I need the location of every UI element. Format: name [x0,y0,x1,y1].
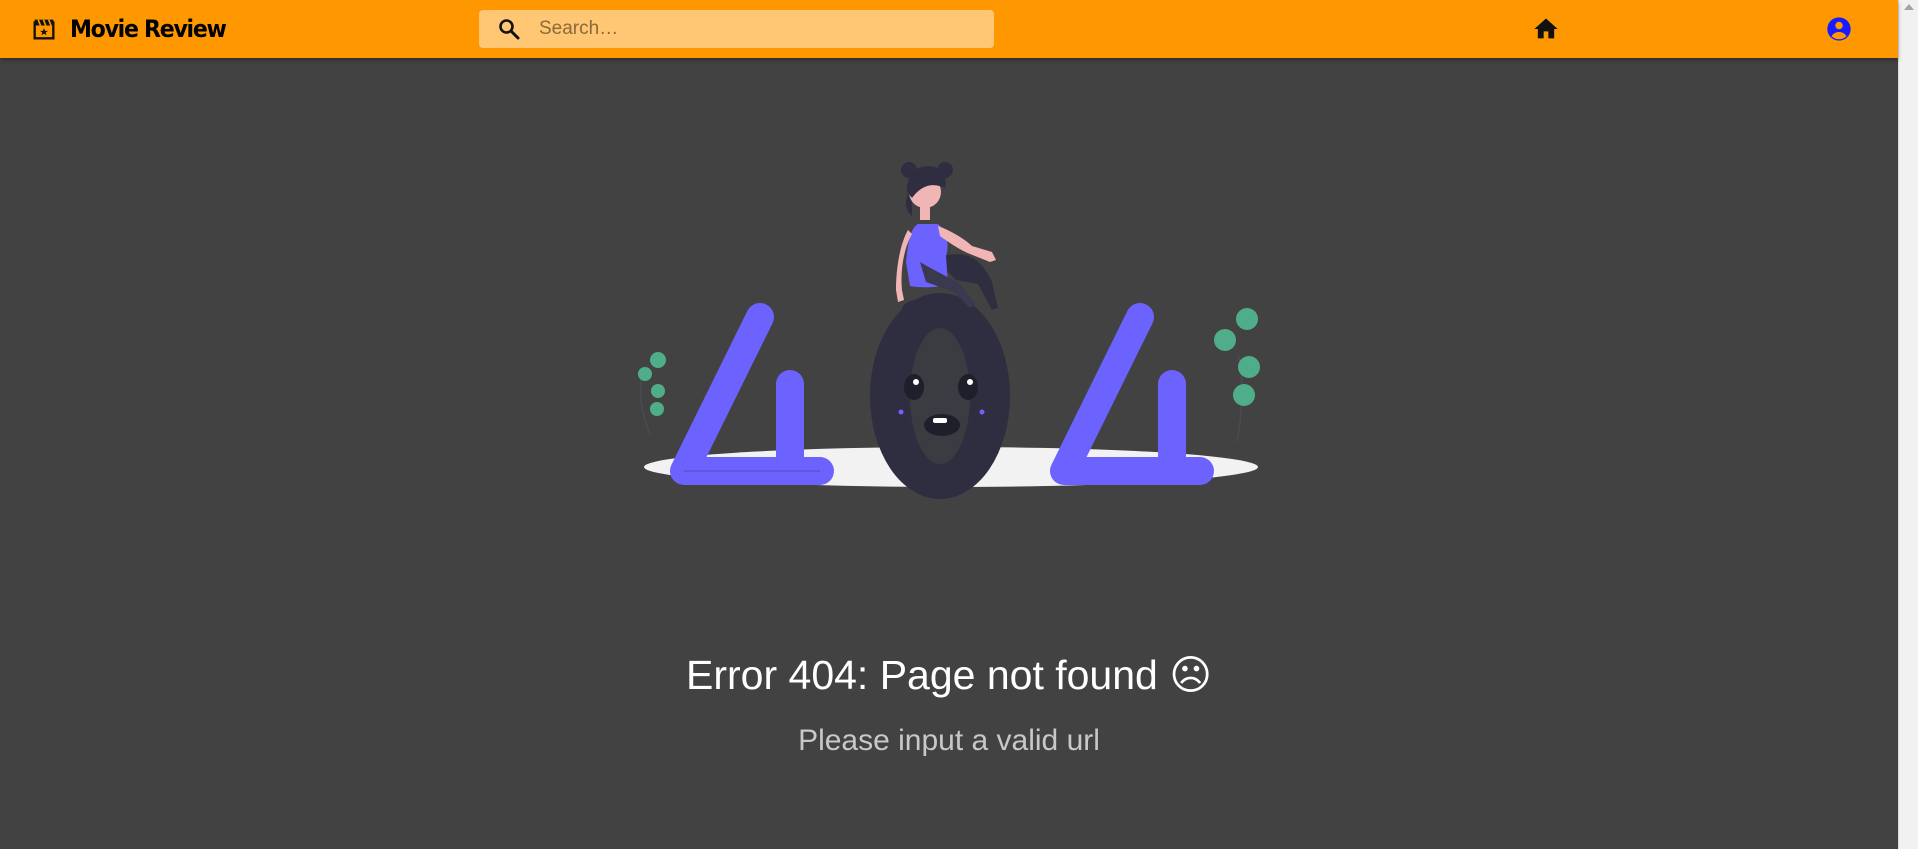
movie-clapper-icon [33,19,55,40]
brand[interactable]: Movie Review [30,12,239,46]
error-title: Error 404: Page not found ☹ [686,652,1212,698]
left-plant [638,352,666,435]
digit-four-right [1050,303,1214,485]
scroll-up-arrow-icon[interactable] [1904,4,1914,10]
error-subtitle: Please input a valid url [798,724,1100,757]
right-plant [1214,308,1260,443]
digit-zero [870,293,1010,499]
search-icon [499,19,520,40]
home-button[interactable] [1525,8,1567,50]
404-illustration [638,162,1260,499]
app-title: Movie Review [70,15,227,43]
vertical-scrollbar[interactable] [1898,0,1918,849]
search-bar[interactable] [479,10,994,48]
main-content: Error 404: Page not found ☹ Please input… [0,58,1898,849]
app-bar: Movie Review [0,0,1898,58]
account-circle-icon [1827,17,1851,41]
search-input[interactable] [539,10,979,48]
home-icon [1534,18,1558,39]
account-button[interactable] [1818,8,1860,50]
digit-four-left [670,303,834,485]
